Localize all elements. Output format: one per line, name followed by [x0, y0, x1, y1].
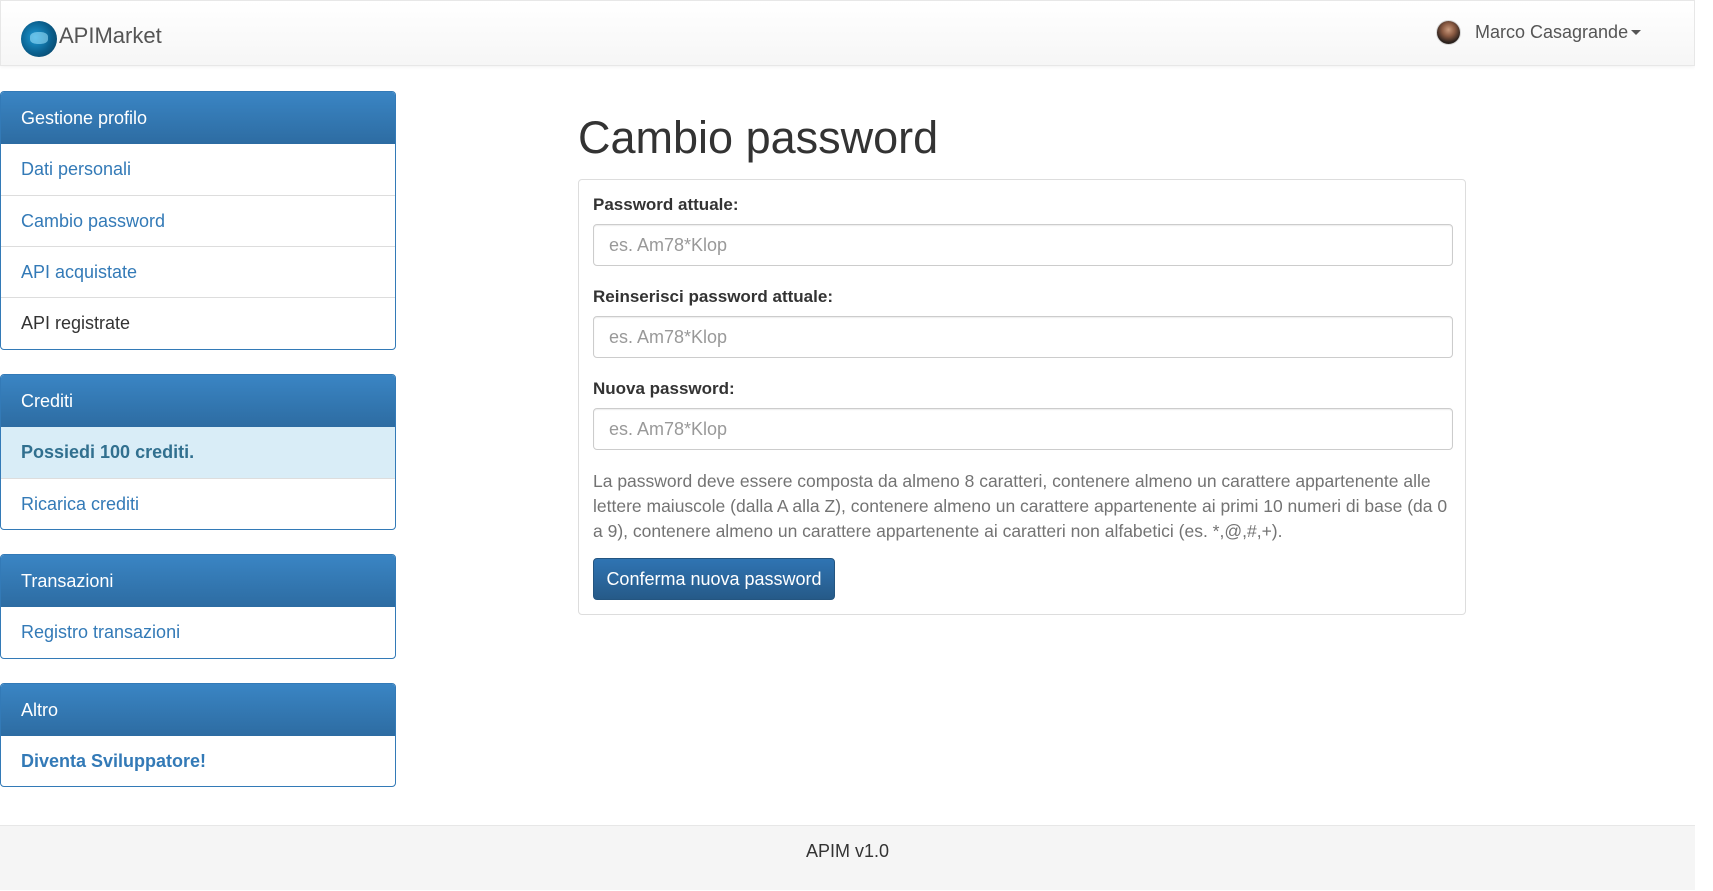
transactions-panel-heading: Transazioni — [1, 555, 395, 607]
sidebar-item-cambio-password[interactable]: Cambio password — [1, 195, 395, 246]
brand-name: APIMarket — [59, 23, 162, 48]
top-navbar: APIMarket Marco Casagrande — [0, 0, 1695, 66]
sidebar-item-api-acquistate[interactable]: API acquistate — [1, 246, 395, 297]
caret-down-icon — [1631, 30, 1642, 35]
sidebar-item-diventa-sviluppatore[interactable]: Diventa Sviluppatore! — [1, 736, 395, 786]
new-password-input[interactable] — [593, 408, 1453, 450]
page-title: Cambio password — [578, 112, 939, 163]
profile-panel: Gestione profilo Dati personali Cambio p… — [0, 91, 396, 350]
other-panel: Altro Diventa Sviluppatore! — [0, 683, 396, 787]
new-password-label: Nuova password: — [593, 379, 735, 398]
confirm-new-password-button[interactable]: Conferma nuova password — [593, 558, 835, 600]
page: APIMarket Marco Casagrande Gestione prof… — [0, 0, 1695, 891]
footer: APIM v1.0 — [0, 825, 1695, 890]
brand-link[interactable]: APIMarket — [21, 15, 162, 57]
change-password-form: Password attuale: Reinserisci password a… — [578, 179, 1466, 615]
user-name: Marco Casagrande — [1475, 22, 1629, 42]
credits-panel: Crediti Possiedi 100 crediti. Ricarica c… — [0, 374, 396, 530]
sidebar-item-ricarica-crediti[interactable]: Ricarica crediti — [1, 478, 395, 529]
scrollbar-gutter — [1695, 0, 1713, 891]
confirm-current-password-label: Reinserisci password attuale: — [593, 287, 833, 306]
sidebar-item-api-registrate[interactable]: API registrate — [1, 297, 395, 348]
confirm-current-password-input[interactable] — [593, 316, 1453, 358]
current-password-label: Password attuale: — [593, 195, 739, 214]
avatar — [1436, 20, 1461, 45]
credits-balance: Possiedi 100 crediti. — [1, 427, 395, 478]
sidebar-item-registro-transazioni[interactable]: Registro transazioni — [1, 607, 395, 658]
current-password-input[interactable] — [593, 224, 1453, 266]
credits-panel-heading: Crediti — [1, 375, 395, 427]
password-requirements-help: La password deve essere composta da alme… — [593, 471, 1448, 541]
footer-version: APIM v1.0 — [805, 841, 890, 861]
user-menu-dropdown[interactable]: Marco Casagrande — [1436, 20, 1642, 45]
profile-panel-heading: Gestione profilo — [1, 92, 395, 144]
sidebar-item-dati-personali[interactable]: Dati personali — [1, 144, 395, 195]
transactions-panel: Transazioni Registro transazioni — [0, 554, 396, 659]
other-panel-heading: Altro — [1, 684, 395, 736]
apimarket-logo-icon — [21, 21, 57, 57]
